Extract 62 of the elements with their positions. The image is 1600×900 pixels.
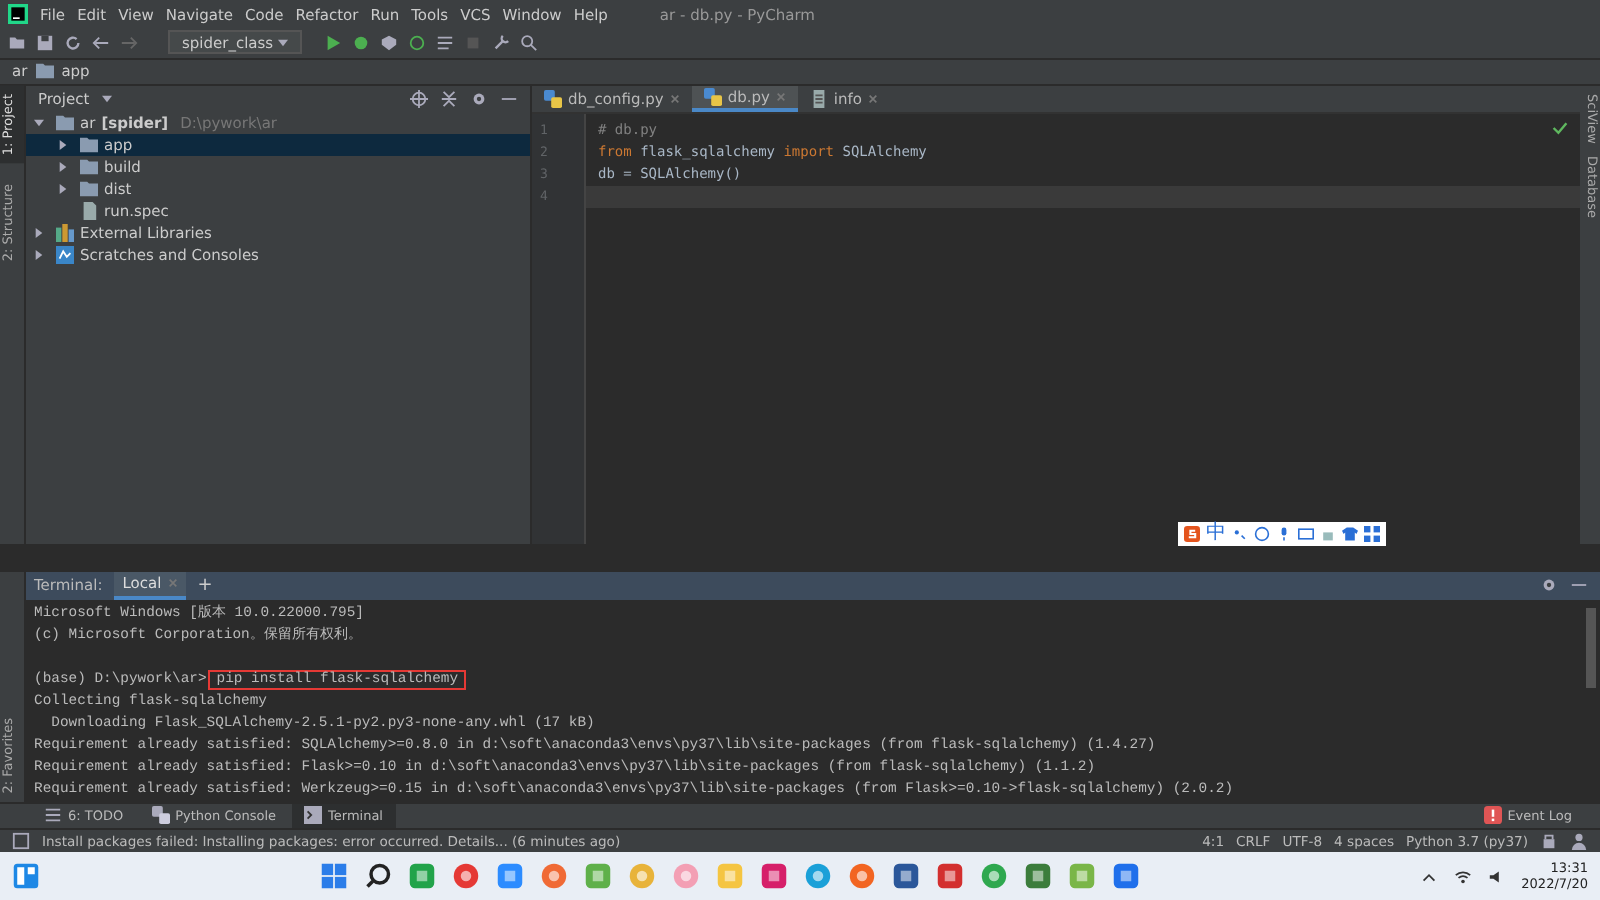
app-icon[interactable] [935,862,964,891]
checkmark-icon [1552,119,1568,136]
collapsed-arrow-icon[interactable] [58,161,68,172]
wrench-icon[interactable] [491,33,510,52]
scratch-icon [56,245,74,264]
app-icon[interactable] [1111,862,1140,891]
app-icon[interactable] [803,862,832,891]
person-icon[interactable] [1570,832,1588,851]
file-icon [80,201,98,220]
library-icon [56,223,74,242]
start-icon[interactable] [319,862,348,891]
caret-icon[interactable] [101,93,112,104]
app-icon[interactable] [979,862,1008,891]
caret-icon [277,37,288,48]
list-icon[interactable] [435,33,454,52]
list-icon [44,806,62,825]
microphone-icon[interactable] [1276,525,1292,542]
app-icon[interactable] [495,862,524,891]
scrollbar[interactable] [1586,607,1596,688]
close-icon[interactable] [868,93,878,104]
collapsed-arrow-icon[interactable] [58,139,68,150]
wifi-icon[interactable] [1453,867,1472,886]
python-icon [151,806,170,825]
save-icon[interactable] [36,33,54,52]
close-icon[interactable] [669,93,680,104]
collapsed-arrow-icon[interactable] [34,249,44,260]
widgets-icon[interactable] [12,862,40,891]
emoji-icon[interactable] [1254,525,1270,542]
run-icon[interactable] [323,33,342,52]
app-icon[interactable] [759,862,788,891]
profile-icon[interactable] [407,33,426,52]
expanded-arrow-icon[interactable] [34,117,44,128]
shirt-icon[interactable] [1342,525,1358,542]
new-terminal-button[interactable]: + [197,575,213,596]
app-logo-icon [8,4,28,25]
python-file-icon [703,87,722,106]
debug-icon[interactable] [351,33,370,52]
app-icon[interactable] [407,862,436,891]
punctuation-icon[interactable] [1232,525,1248,542]
settings-icon[interactable] [1540,576,1558,595]
app-icon[interactable] [891,862,920,891]
panel-toggle-icon[interactable] [12,832,30,851]
input-method-logo-icon[interactable] [1184,525,1200,542]
lock-icon[interactable] [1540,832,1558,851]
app-icon[interactable] [451,862,480,891]
collapse-icon[interactable] [440,89,458,108]
collapsed-arrow-icon[interactable] [34,227,44,238]
input-mode-toggle[interactable]: 中 [1206,523,1226,544]
app-icon[interactable] [847,862,876,891]
grid-icon[interactable] [1364,525,1380,542]
refresh-icon[interactable] [64,33,82,52]
back-arrow-icon[interactable] [92,33,110,52]
collapsed-arrow-icon[interactable] [58,183,68,194]
error-icon [1483,806,1502,825]
settings-icon[interactable] [470,89,488,108]
text-file-icon [809,89,828,108]
app-icon[interactable] [539,862,568,891]
target-icon[interactable] [410,89,428,108]
search-icon[interactable] [363,862,392,891]
app-icon[interactable] [1023,862,1052,891]
keyboard-icon[interactable] [1298,525,1314,542]
python-file-icon [544,89,562,108]
